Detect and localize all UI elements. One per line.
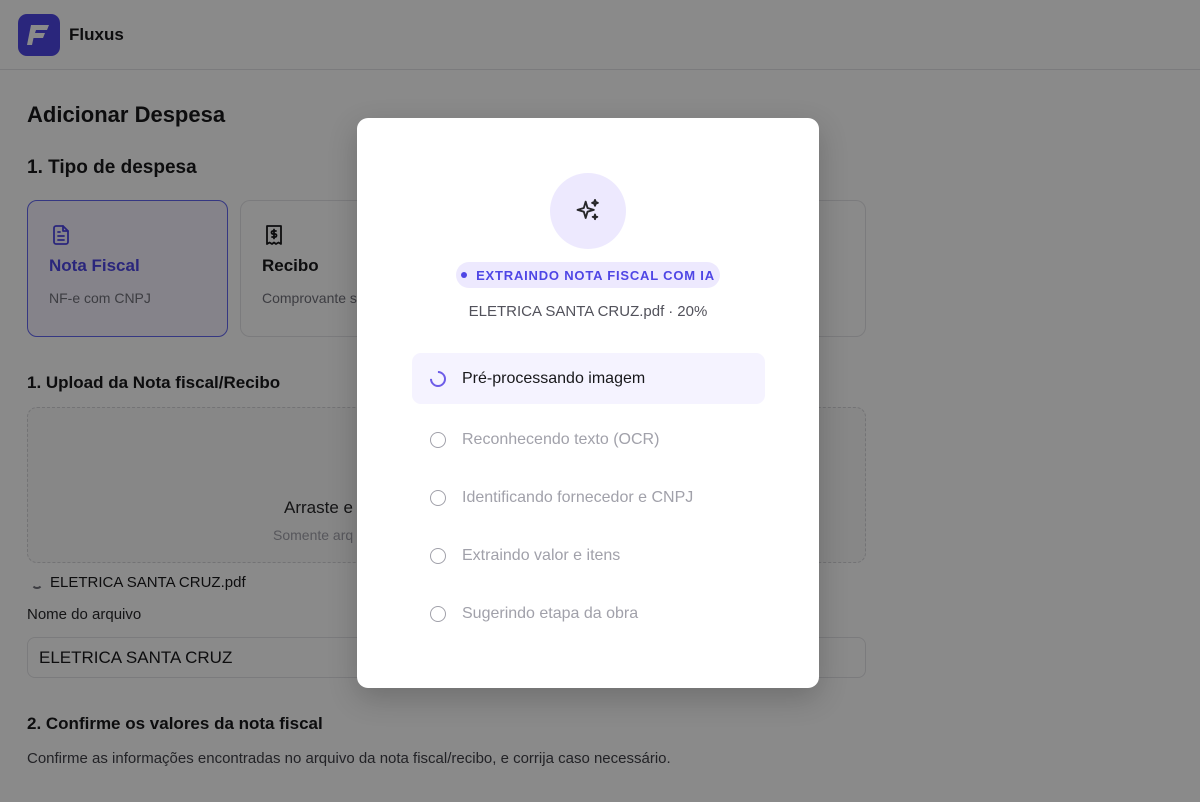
file-progress-line: ELETRICA SANTA CRUZ.pdf · 20% (357, 303, 819, 320)
extraction-steps-list: Pré-processando imagem Reconhecendo text… (412, 353, 765, 643)
step-label: Sugerindo etapa da obra (462, 605, 639, 622)
step-item-preprocessing: Pré-processando imagem (412, 353, 765, 404)
sparkles-icon (550, 173, 626, 249)
separator: · (668, 303, 674, 320)
status-dot-icon (461, 272, 468, 278)
pending-circle-icon (430, 490, 446, 506)
processing-file-name: ELETRICA SANTA CRUZ.pdf (468, 303, 665, 320)
step-label: Identificando fornecedor e CNPJ (462, 489, 694, 506)
step-item-ocr: Reconhecendo texto (OCR) (412, 411, 765, 469)
loading-spinner-icon (426, 367, 450, 390)
pending-circle-icon (430, 432, 446, 448)
step-label: Extraindo valor e itens (462, 547, 621, 564)
progress-percent: 20% (677, 303, 708, 320)
step-item-values: Extraindo valor e itens (412, 527, 765, 585)
pending-circle-icon (430, 548, 446, 564)
step-label: Pré-processando imagem (462, 369, 646, 387)
step-item-stage: Sugerindo etapa da obra (412, 585, 765, 643)
pending-circle-icon (430, 606, 446, 622)
step-item-supplier: Identificando fornecedor e CNPJ (412, 469, 765, 527)
badge-label: EXTRAINDO NOTA FISCAL COM IA (476, 267, 715, 283)
step-label: Reconhecendo texto (OCR) (462, 431, 660, 448)
extraction-status-badge: EXTRAINDO NOTA FISCAL COM IA (456, 262, 720, 288)
ai-extraction-modal: EXTRAINDO NOTA FISCAL COM IA ELETRICA SA… (357, 118, 819, 688)
